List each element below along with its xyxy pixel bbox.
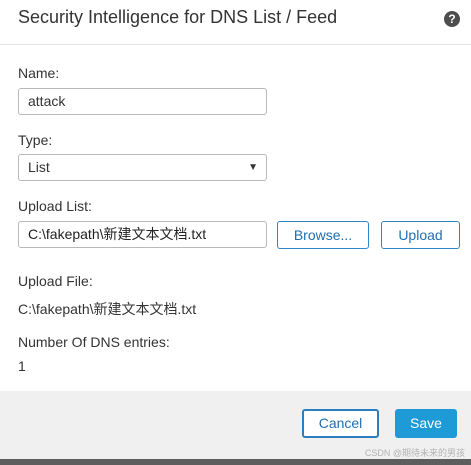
upload-file-label: Upload File: bbox=[18, 273, 93, 289]
upload-button[interactable]: Upload bbox=[381, 221, 460, 249]
upload-list-label: Upload List: bbox=[18, 198, 92, 214]
type-select-value: List bbox=[28, 159, 50, 175]
bottom-bar bbox=[0, 459, 471, 465]
dialog-title: Security Intelligence for DNS List / Fee… bbox=[18, 7, 338, 27]
browse-button[interactable]: Browse... bbox=[277, 221, 369, 249]
dns-entries-value: 1 bbox=[18, 358, 26, 374]
name-label: Name: bbox=[18, 65, 60, 81]
dns-list-feed-dialog: Security Intelligence for DNS List / Fee… bbox=[0, 0, 471, 465]
type-select[interactable]: List ▼ bbox=[18, 154, 267, 181]
cancel-button[interactable]: Cancel bbox=[302, 409, 379, 438]
caret-down-icon: ▼ bbox=[248, 162, 258, 173]
help-icon[interactable]: ? bbox=[444, 11, 460, 27]
dialog-header: Security Intelligence for DNS List / Fee… bbox=[0, 0, 471, 45]
save-button[interactable]: Save bbox=[395, 409, 457, 438]
upload-file-value: C:\fakepath\新建文本文档.txt bbox=[18, 301, 197, 317]
name-input[interactable]: attack bbox=[18, 88, 267, 115]
watermark: CSDN @期待未来的男孩 bbox=[364, 448, 465, 458]
type-label: Type: bbox=[18, 132, 53, 148]
dns-entries-label: Number Of DNS entries: bbox=[18, 334, 170, 350]
upload-list-input[interactable]: C:\fakepath\新建文本文档.txt bbox=[18, 221, 267, 248]
